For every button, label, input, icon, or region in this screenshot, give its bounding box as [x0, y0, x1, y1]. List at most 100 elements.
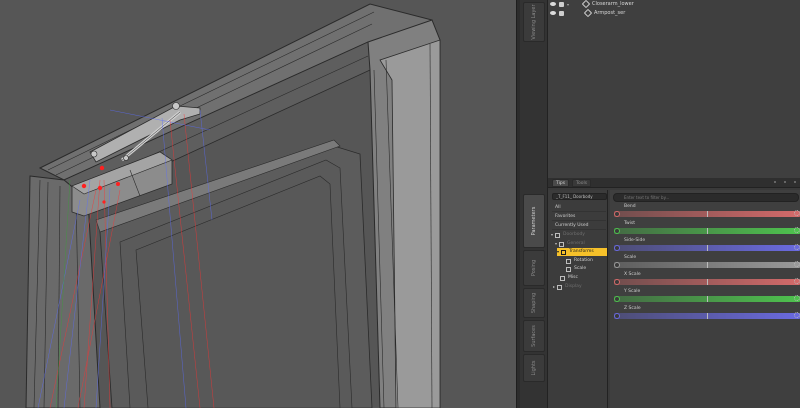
- slider-value-marker[interactable]: [707, 279, 708, 285]
- bone-icon: [583, 8, 593, 18]
- tab-lights-label: Lights: [531, 360, 537, 376]
- pane-menu-icon[interactable]: [774, 181, 776, 183]
- visibility-eye-icon[interactable]: [550, 2, 556, 6]
- slider-value-marker[interactable]: [707, 296, 708, 302]
- slider-value-marker[interactable]: [707, 262, 708, 268]
- gear-icon[interactable]: [794, 261, 800, 267]
- tree-node[interactable]: ▸ Display: [553, 283, 582, 291]
- tab-tips[interactable]: Tips: [552, 179, 570, 187]
- tree-node-label: Misc: [568, 275, 578, 280]
- tree-node-label: Transforms: [569, 249, 594, 254]
- tree-node-label: Display: [565, 284, 582, 289]
- parameter-dial-icon[interactable]: [614, 313, 620, 319]
- tab-parameters-label: Parameters: [531, 206, 537, 236]
- group-icon: [566, 266, 571, 272]
- tree-node-label: Scale: [574, 266, 587, 271]
- parameter-name: Z Scale: [624, 306, 641, 311]
- parameter-name: Y Scale: [624, 289, 641, 294]
- parameter-dial-icon[interactable]: [614, 228, 620, 234]
- parameters-list: Enter text to filter by... Bend Twist Side…: [610, 190, 800, 408]
- parameter-category-pane: _T_F11_ Doorbody All Favorites Currently…: [548, 190, 608, 408]
- tab-posing[interactable]: Posing: [523, 250, 545, 286]
- gear-icon[interactable]: [794, 210, 800, 216]
- parameter-name: Side-Side: [624, 238, 646, 243]
- node-selector-dropdown[interactable]: _T_F11_ Doorbody: [552, 193, 607, 200]
- tab-surfaces[interactable]: Surfaces: [523, 320, 545, 352]
- tree-node-label: Rotation: [574, 258, 593, 263]
- parameter-name: Scale: [624, 255, 637, 260]
- parameter-name: Bend: [624, 204, 636, 209]
- tab-parameters[interactable]: Parameters: [523, 194, 545, 248]
- pane-tab-strip: Viewing Layer Parameters Posing Shaping …: [520, 0, 548, 408]
- app-window: Viewing Layer Parameters Posing Shaping …: [0, 0, 800, 408]
- scene-pane: ▾ Closerarm_lower Armpost_ser: [548, 0, 800, 178]
- slider-value-marker[interactable]: [707, 211, 708, 217]
- parameters-pane-header: Tips Tools: [548, 178, 800, 188]
- tab-viewing-layer[interactable]: Viewing Layer: [523, 2, 545, 42]
- tab-posing-label: Posing: [531, 259, 537, 277]
- tab-surfaces-label: Surfaces: [531, 325, 537, 347]
- parameter-name: X Scale: [624, 272, 641, 277]
- parameter-dial-icon[interactable]: [614, 262, 620, 268]
- parameter-dial-icon[interactable]: [614, 279, 620, 285]
- tree-node[interactable]: Scale: [566, 265, 586, 273]
- expand-arrow-icon[interactable]: ▾: [567, 2, 583, 7]
- slider-value-marker[interactable]: [707, 228, 708, 234]
- group-icon: [561, 249, 567, 255]
- tab-lights[interactable]: Lights: [523, 354, 545, 382]
- parameter-row[interactable]: Side-Side: [612, 238, 800, 254]
- gear-icon[interactable]: [794, 295, 800, 301]
- parameter-filter-input[interactable]: Enter text to filter by...: [613, 193, 799, 202]
- tree-node[interactable]: ▾ General: [555, 240, 585, 248]
- slider-value-marker[interactable]: [707, 313, 708, 319]
- tree-node[interactable]: ▾ Doorbody: [551, 231, 585, 239]
- scene-row-label: Closerarm_lower: [592, 1, 634, 7]
- expand-arrow-icon[interactable]: ▾: [551, 231, 553, 239]
- parameter-dial-icon[interactable]: [614, 296, 620, 302]
- parameter-row[interactable]: Scale: [612, 255, 800, 271]
- expand-arrow-icon[interactable]: ▸: [553, 283, 555, 291]
- parameter-row[interactable]: Y Scale: [612, 289, 800, 305]
- parameter-row[interactable]: Twist: [612, 221, 800, 237]
- parameter-row[interactable]: Bend: [612, 204, 800, 220]
- door-frame-model: [0, 0, 516, 408]
- tree-node[interactable]: Misc: [560, 274, 578, 282]
- gear-icon[interactable]: [794, 312, 800, 318]
- visibility-eye-icon[interactable]: [550, 11, 556, 15]
- gear-icon[interactable]: [794, 227, 800, 233]
- scene-row[interactable]: Armpost_ser: [550, 8, 626, 18]
- tree-node-label: General: [567, 241, 585, 246]
- category-currently-used[interactable]: Currently Used: [552, 222, 606, 230]
- parameter-row[interactable]: Z Scale: [612, 306, 800, 322]
- group-icon: [566, 258, 571, 264]
- tab-shaping[interactable]: Shaping: [523, 288, 545, 318]
- tree-node-label: Doorbody: [563, 232, 585, 237]
- slider-value-marker[interactable]: [707, 245, 708, 251]
- expand-arrow-icon[interactable]: ▾: [557, 248, 559, 256]
- gear-icon[interactable]: [794, 278, 800, 284]
- tab-tools[interactable]: Tools: [572, 179, 592, 187]
- tree-node[interactable]: Rotation: [566, 257, 593, 265]
- tab-viewing-layer-label: Viewing Layer: [531, 4, 537, 40]
- scene-row-label: Armpost_ser: [594, 10, 626, 16]
- category-all[interactable]: All: [552, 204, 606, 212]
- parameter-row[interactable]: X Scale: [612, 272, 800, 288]
- figure-icon: [555, 232, 561, 238]
- parameter-dial-icon[interactable]: [614, 245, 620, 251]
- parameter-name: Twist: [624, 221, 636, 226]
- group-icon: [560, 275, 565, 281]
- parameter-dial-icon[interactable]: [614, 211, 620, 217]
- 3d-viewport[interactable]: [0, 0, 516, 408]
- lock-icon[interactable]: [559, 1, 564, 7]
- bone-icon: [581, 0, 591, 9]
- scene-row[interactable]: ▾ Closerarm_lower: [550, 0, 634, 9]
- gear-icon[interactable]: [794, 244, 800, 250]
- tree-node-selected[interactable]: ▾ Transforms: [557, 248, 607, 256]
- expand-arrow-icon[interactable]: ▾: [555, 240, 557, 248]
- lock-icon[interactable]: [559, 10, 564, 16]
- pane-menu-icon[interactable]: [794, 181, 796, 183]
- category-favorites[interactable]: Favorites: [552, 213, 606, 221]
- group-icon: [557, 284, 563, 290]
- group-icon: [559, 241, 565, 247]
- pane-menu-icon[interactable]: [784, 181, 786, 183]
